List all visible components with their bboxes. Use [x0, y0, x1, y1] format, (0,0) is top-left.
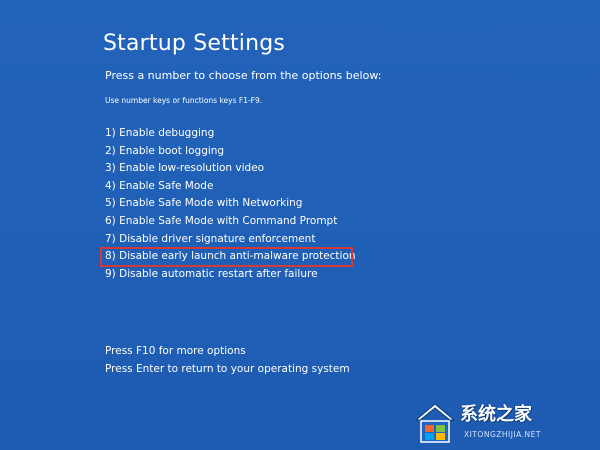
- page-title: Startup Settings: [103, 31, 286, 56]
- instruction-text: Press a number to choose from the option…: [105, 69, 382, 82]
- option-disable-driver-signature-enforcement[interactable]: 7) Disable driver signature enforcement: [105, 231, 356, 249]
- option-enable-boot-logging[interactable]: 2) Enable boot logging: [105, 143, 356, 161]
- watermark-url: XITONGZHIJIA.NET: [464, 430, 541, 439]
- windows-house-logo-icon: [414, 403, 456, 443]
- option-disable-early-launch-anti-malware[interactable]: 8) Disable early launch anti-malware pro…: [105, 248, 356, 266]
- more-options-hint: Press F10 for more options: [105, 345, 246, 357]
- footer-instructions: Press F10 for more options Press Enter t…: [105, 343, 350, 378]
- option-enable-safe-mode-networking[interactable]: 5) Enable Safe Mode with Networking: [105, 195, 356, 213]
- option-disable-automatic-restart[interactable]: 9) Disable automatic restart after failu…: [105, 266, 356, 284]
- option-enable-safe-mode-command-prompt[interactable]: 6) Enable Safe Mode with Command Prompt: [105, 213, 356, 231]
- return-to-os-hint: Press Enter to return to your operating …: [105, 362, 350, 375]
- startup-settings-screen: Startup Settings Press a number to choos…: [0, 0, 600, 450]
- key-hint-text: Use number keys or functions keys F1-F9.: [105, 96, 263, 105]
- watermark-title: 系统之家: [460, 404, 532, 425]
- option-enable-low-resolution-video[interactable]: 3) Enable low-resolution video: [105, 160, 356, 178]
- startup-options-list: 1) Enable debugging 2) Enable boot loggi…: [105, 125, 356, 283]
- option-enable-debugging[interactable]: 1) Enable debugging: [105, 125, 356, 143]
- watermark: 系统之家 XITONGZHIJIA.NET: [414, 400, 596, 446]
- option-enable-safe-mode[interactable]: 4) Enable Safe Mode: [105, 178, 356, 196]
